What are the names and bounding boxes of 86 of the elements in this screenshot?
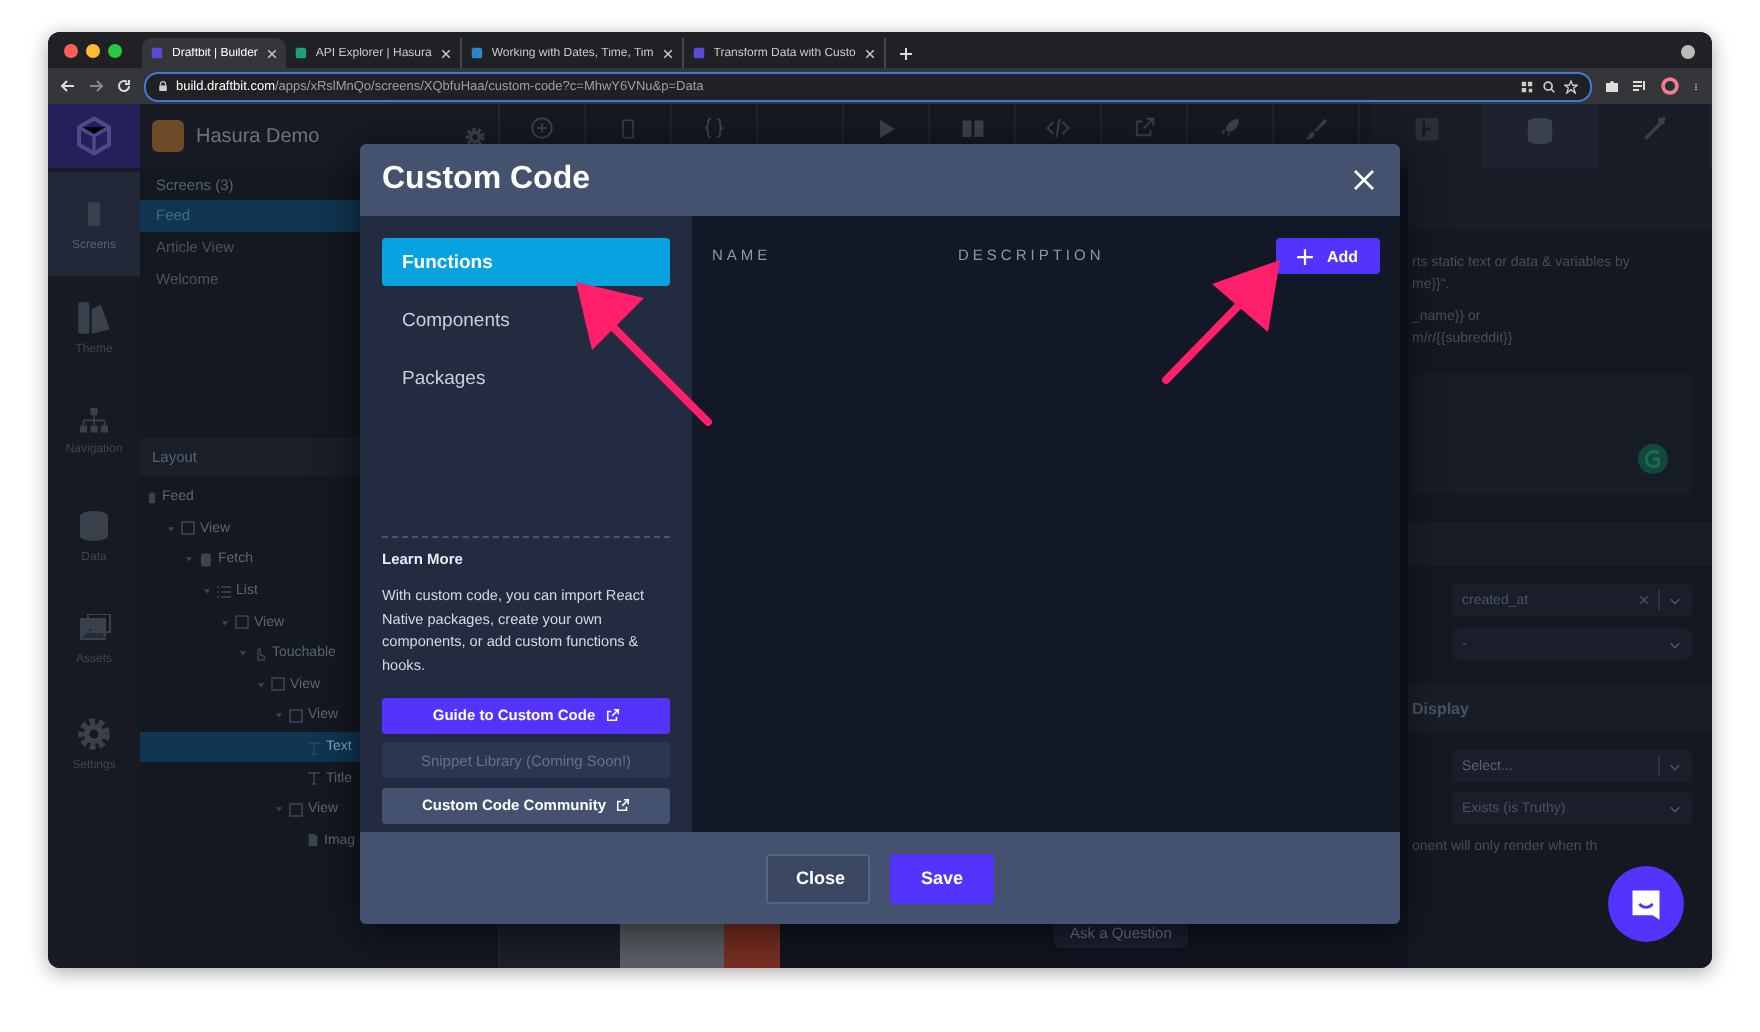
- close-icon: [1352, 168, 1376, 192]
- category-tab[interactable]: Functions: [382, 238, 670, 286]
- caret-icon: [273, 804, 283, 815]
- square-icon: [288, 801, 304, 818]
- close-window-button[interactable]: [64, 43, 78, 57]
- gear-icon: [464, 125, 486, 147]
- chat-button[interactable]: [1608, 866, 1684, 942]
- chevron-down-icon: [1668, 637, 1682, 651]
- brush-icon: [1304, 116, 1328, 142]
- favicon-icon: [150, 46, 164, 60]
- qr-icon: [1520, 79, 1534, 93]
- category-tab[interactable]: Components: [382, 296, 670, 344]
- back-icon: [60, 78, 76, 94]
- settings-icon: [76, 716, 112, 752]
- chevron-down-icon: [1668, 801, 1682, 815]
- close-icon: [439, 47, 452, 59]
- share-icon: [1133, 116, 1155, 138]
- zoom-icon: [1542, 79, 1556, 93]
- maximize-window-button[interactable]: [108, 43, 122, 57]
- chevron-down-icon: [1668, 759, 1682, 773]
- rocket-icon: [1218, 116, 1242, 140]
- avatar-icon: [1660, 76, 1680, 96]
- play-icon: [874, 116, 898, 142]
- code-icon: [1046, 116, 1070, 140]
- text-icon: [306, 770, 322, 787]
- category-tab[interactable]: Packages: [382, 354, 670, 402]
- database-icon: [78, 508, 110, 544]
- clear-icon: [1638, 594, 1650, 606]
- pointer-arrow: [576, 282, 712, 426]
- media-icon: [1632, 78, 1648, 94]
- external-link-icon: [616, 798, 631, 812]
- favicon-icon: [293, 46, 308, 60]
- caret-icon: [255, 679, 265, 690]
- text-icon: [306, 739, 322, 756]
- square-icon: [234, 614, 250, 631]
- plus-icon: [897, 46, 914, 62]
- database-icon: [1526, 116, 1554, 146]
- sitemap-icon: [74, 408, 114, 436]
- photo-placeholder: [724, 924, 780, 968]
- phone-icon: [82, 196, 106, 232]
- favicon-icon: [469, 46, 484, 60]
- favicon-icon: [691, 46, 706, 60]
- wand-icon: [1641, 116, 1667, 142]
- lock-icon: [158, 80, 168, 92]
- minimize-window-button[interactable]: [86, 43, 100, 57]
- chevron-down-icon: [1668, 593, 1682, 607]
- star-icon: [1564, 79, 1578, 93]
- plus-icon: [1296, 247, 1315, 265]
- reload-icon: [116, 78, 132, 94]
- close-icon: [661, 47, 674, 59]
- square-icon: [180, 520, 196, 537]
- cube-icon: [74, 116, 114, 156]
- phone-icon: [618, 116, 638, 142]
- caret-icon: [201, 586, 211, 597]
- caret-icon: [237, 648, 247, 659]
- plus-circle-icon: [530, 116, 554, 140]
- image-icon: [74, 614, 114, 646]
- square-icon: [270, 676, 286, 693]
- close-icon: [863, 47, 876, 59]
- database-icon: [198, 551, 214, 568]
- close-button[interactable]: Close: [766, 853, 870, 903]
- add-button[interactable]: Add: [1276, 238, 1380, 274]
- grammar-icon: [1638, 444, 1668, 474]
- list-icon: [216, 583, 232, 600]
- external-link-icon: [605, 708, 620, 722]
- panel-icon: [1413, 116, 1439, 142]
- account-icon: [1680, 44, 1696, 60]
- caret-icon: [165, 523, 175, 534]
- pointer-arrow: [1162, 260, 1280, 384]
- dialog-title: Custom Code: [382, 162, 590, 198]
- caret-icon: [273, 710, 283, 721]
- section-title: Display: [1408, 684, 1712, 732]
- palette-icon: [74, 300, 114, 336]
- chat-icon: [1628, 886, 1664, 922]
- braces-icon: [702, 116, 726, 140]
- save-button[interactable]: Save: [890, 853, 994, 903]
- close-icon: [265, 47, 278, 59]
- project-name: Hasura Demo: [196, 125, 322, 147]
- book-icon: [959, 116, 985, 140]
- caret-icon: [183, 554, 193, 565]
- file-icon: [306, 832, 320, 849]
- phone-icon: [146, 489, 158, 506]
- caret-icon: [219, 617, 229, 628]
- project-avatar: [152, 120, 184, 152]
- forward-icon: [88, 78, 104, 94]
- square-icon: [288, 707, 304, 724]
